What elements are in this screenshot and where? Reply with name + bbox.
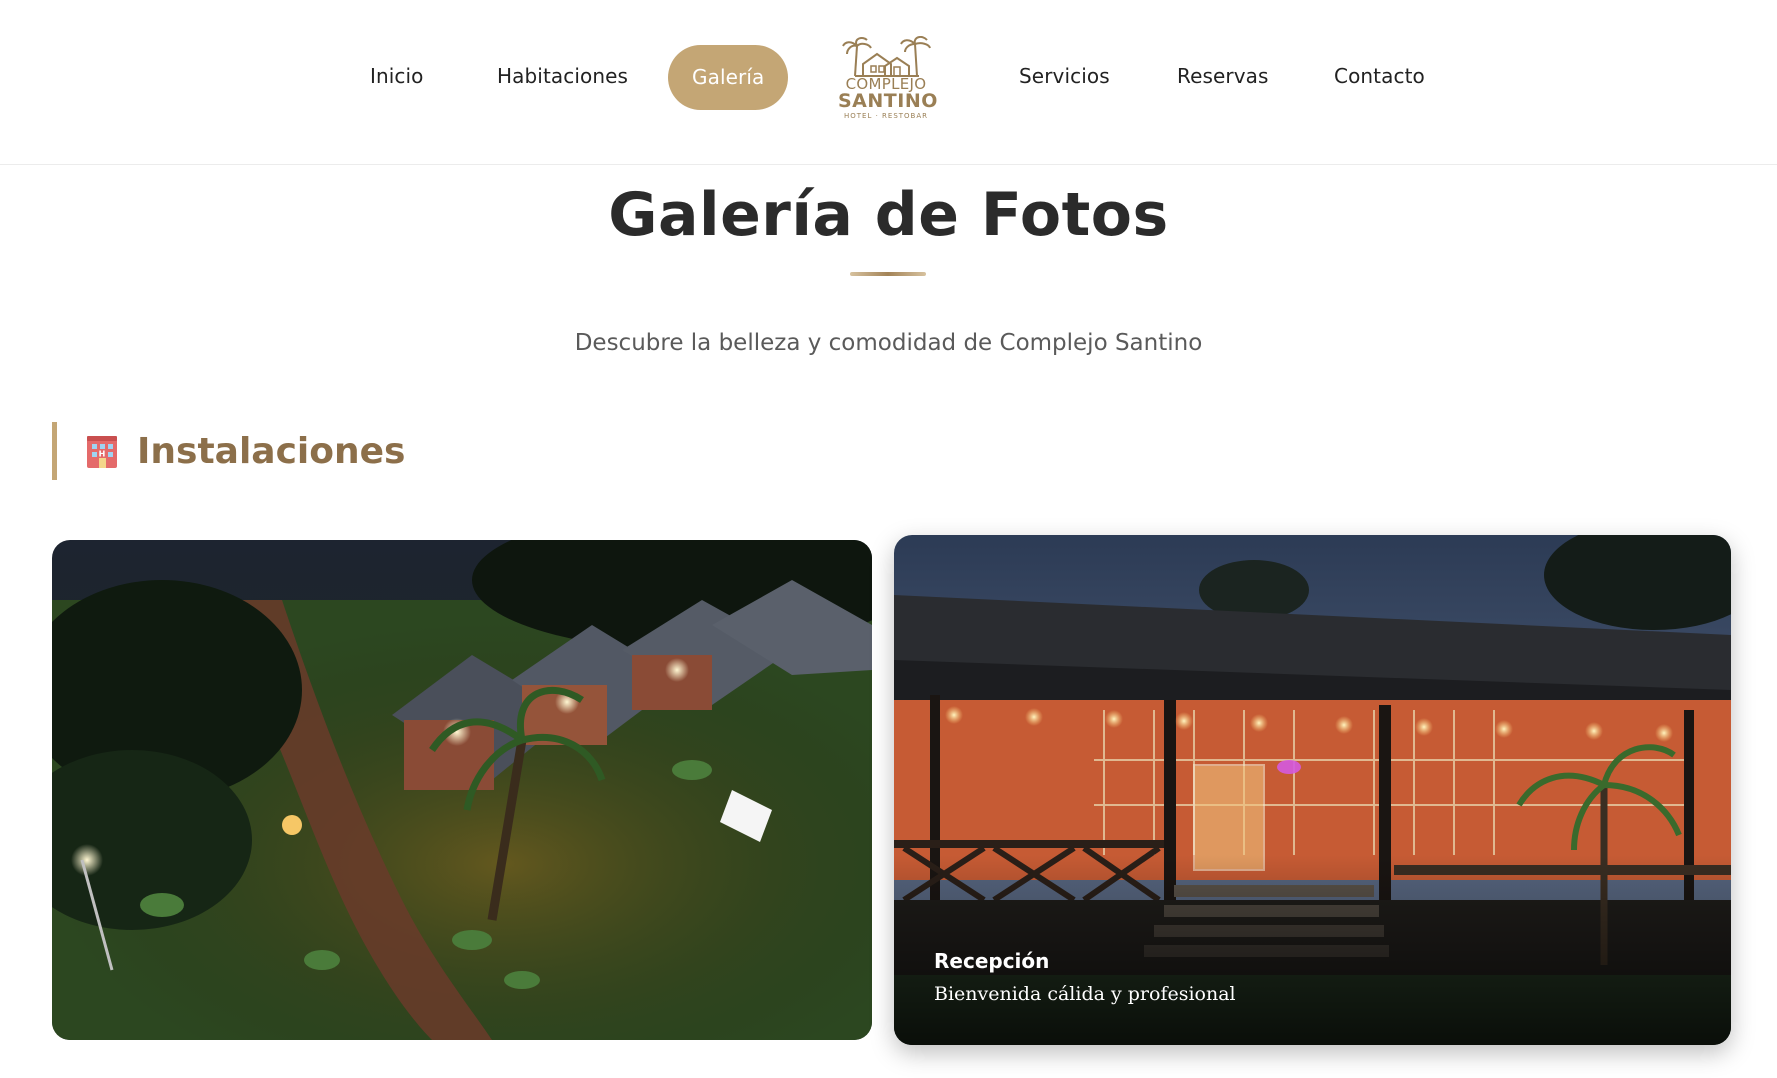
card-caption: Recepción Bienvenida cálida y profesiona… bbox=[934, 949, 1236, 1005]
hotel-icon: H bbox=[87, 436, 117, 468]
title-underline bbox=[850, 272, 926, 276]
nav-galeria[interactable]: Galería bbox=[668, 45, 789, 110]
palm-house-logo-icon bbox=[842, 36, 931, 77]
nav-inicio[interactable]: Inicio bbox=[370, 64, 424, 88]
section-title: Instalaciones bbox=[137, 430, 406, 472]
nav-reservas[interactable]: Reservas bbox=[1177, 64, 1269, 88]
nav-contacto[interactable]: Contacto bbox=[1334, 64, 1425, 88]
nav-servicios[interactable]: Servicios bbox=[1019, 64, 1110, 88]
card-caption-title: Recepción bbox=[934, 949, 1050, 973]
page-subtitle: Descubre la belleza y comodidad de Compl… bbox=[574, 330, 1203, 356]
gallery-card-recepcion[interactable]: Recepción Bienvenida cálida y profesiona… bbox=[894, 535, 1731, 1045]
gallery-card-aerial[interactable] bbox=[52, 540, 872, 1040]
section-heading-instalaciones: H Instalaciones bbox=[52, 422, 405, 480]
nav-habitaciones[interactable]: Habitaciones bbox=[497, 64, 628, 88]
logo-text-santino: SANTINO bbox=[838, 90, 938, 112]
logo-text-tagline: HOTEL · RESTOBAR bbox=[843, 112, 929, 120]
svg-text:H: H bbox=[99, 450, 106, 459]
site-logo[interactable]: COMPLEJO SANTINO HOTEL · RESTOBAR bbox=[838, 36, 938, 124]
site-header: Inicio Habitaciones Galería COMPLEJO SAN… bbox=[0, 0, 1777, 165]
gallery-image-aerial bbox=[52, 540, 872, 1040]
card-caption-description: Bienvenida cálida y profesional bbox=[934, 983, 1236, 1005]
page-title: Galería de Fotos bbox=[608, 180, 1169, 250]
